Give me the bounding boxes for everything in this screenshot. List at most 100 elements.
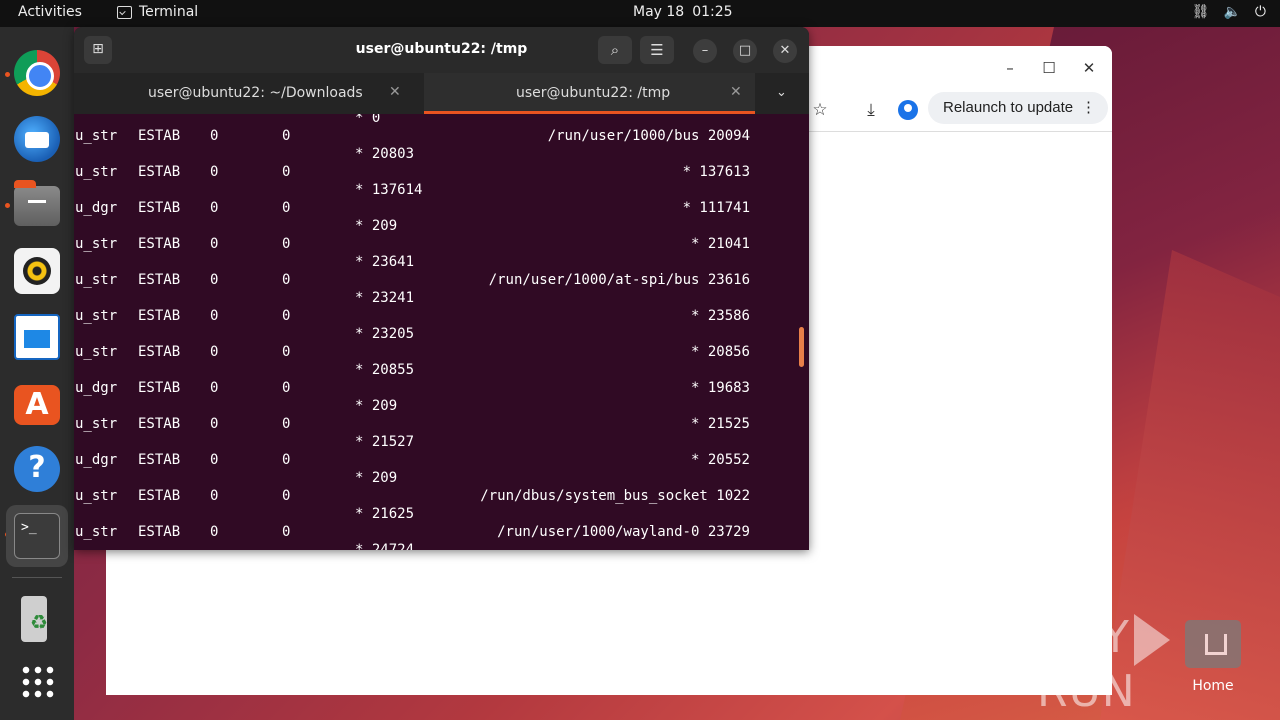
cell-state: ESTAB: [138, 272, 181, 288]
dock-help[interactable]: ?: [11, 443, 63, 495]
terminal-line: * 0: [355, 114, 381, 126]
cell-state: ESTAB: [138, 344, 181, 360]
cell-recv: 0: [210, 164, 219, 180]
cell-peer: * 209: [355, 470, 398, 486]
dock-thunderbird[interactable]: [11, 113, 63, 165]
terminal-line: u_str ESTAB 0 0 * 21041: [74, 235, 809, 253]
dock-rhythmbox[interactable]: [11, 245, 63, 297]
cell-recv: 0: [210, 200, 219, 216]
running-indicator: [5, 72, 10, 77]
app-menu[interactable]: Terminal: [117, 4, 198, 20]
terminal-line: * 23205: [74, 325, 809, 343]
terminal-line: u_str ESTAB 0 0/run/user/1000/bus 20094: [74, 127, 809, 145]
scrollbar-thumb[interactable]: [799, 327, 804, 367]
dock-chrome[interactable]: [11, 47, 63, 99]
dock-terminal[interactable]: >_: [6, 505, 68, 567]
cell-send: 0: [282, 488, 291, 504]
terminal-line: * 23641: [74, 253, 809, 271]
terminal-line: * 209: [74, 397, 809, 415]
dock-files[interactable]: [11, 179, 63, 231]
terminal-line: * 137614: [74, 181, 809, 199]
cell-state: ESTAB: [138, 416, 181, 432]
cell-local: * 21525: [690, 416, 750, 432]
cell-recv: 0: [210, 524, 219, 540]
dock: A ? >_ ♻: [0, 27, 74, 720]
bookmark-star-icon[interactable]: ☆: [806, 96, 834, 124]
cell-netid: u_str: [75, 272, 118, 288]
dock-trash[interactable]: ♻: [11, 593, 63, 645]
home-folder-label[interactable]: Home: [1178, 678, 1248, 694]
top-bar: Activities Terminal May 18 01:25 ⛓ 🔈 ⏻: [0, 0, 1280, 27]
cell-local: /run/dbus/system_bus_socket 1022: [480, 488, 750, 504]
tab-close-icon[interactable]: ✕: [730, 84, 742, 100]
terminal-line: * 23241: [74, 289, 809, 307]
maximize-icon[interactable]: □: [733, 39, 757, 63]
relaunch-to-update-button[interactable]: Relaunch to update ⋮: [928, 92, 1108, 124]
close-icon[interactable]: ✕: [1075, 54, 1103, 82]
cell-send: 0: [282, 452, 291, 468]
cell-send: 0: [282, 200, 291, 216]
profile-avatar-icon[interactable]: [898, 100, 918, 120]
cell-local: /run/user/1000/bus 20094: [547, 128, 750, 144]
terminal-line: * 209: [74, 217, 809, 235]
anyrun-watermark: ANYRUN: [1037, 612, 1237, 717]
system-tray[interactable]: ⛓ 🔈 ⏻: [1192, 4, 1266, 20]
cell-peer: * 23641: [355, 254, 415, 270]
cell-send: 0: [282, 380, 291, 396]
tab-label: user@ubuntu22: ~/Downloads: [148, 85, 363, 101]
rhythmbox-icon: [14, 248, 60, 294]
cell-peer: * 24724: [355, 542, 415, 550]
download-icon[interactable]: ⤓: [857, 96, 885, 124]
close-icon[interactable]: ✕: [773, 39, 797, 63]
maximize-icon[interactable]: ☐: [1035, 54, 1063, 82]
terminal-line: u_str ESTAB 0 0 * 137613: [74, 163, 809, 181]
cell-recv: 0: [210, 308, 219, 324]
cell-send: 0: [282, 236, 291, 252]
tab-list-chevron-icon[interactable]: ⌄: [776, 85, 787, 100]
cell-recv: 0: [210, 272, 219, 288]
volume-icon: 🔈: [1223, 4, 1241, 20]
cell-netid: u_dgr: [75, 380, 118, 396]
terminal-line: * 21625: [74, 505, 809, 523]
tab-tmp[interactable]: user@ubuntu22: /tmp ✕: [424, 73, 755, 114]
cell-send: 0: [282, 272, 291, 288]
terminal-line: u_str ESTAB 0 0 * 23586: [74, 307, 809, 325]
menu-dots-icon: ⋮: [1081, 99, 1096, 116]
cell-local: * 23586: [690, 308, 750, 324]
tab-label: user@ubuntu22: /tmp: [516, 85, 671, 101]
app-center-icon: A: [14, 385, 60, 425]
cell-netid: u_str: [75, 308, 118, 324]
cell-local: * 20552: [690, 452, 750, 468]
minimize-icon[interactable]: –: [996, 54, 1024, 82]
dock-app-center[interactable]: A: [11, 377, 63, 429]
terminal-line: u_dgr ESTAB 0 0 * 111741: [74, 199, 809, 217]
cell-send: 0: [282, 164, 291, 180]
trash-icon: ♻: [21, 596, 48, 642]
cell-netid: u_str: [75, 488, 118, 504]
cell-netid: u_str: [75, 524, 118, 540]
terminal-line: u_dgr ESTAB 0 0 * 19683: [74, 379, 809, 397]
hamburger-menu-icon[interactable]: ☰: [640, 36, 674, 64]
show-apps-icon[interactable]: [20, 664, 54, 698]
activities-button[interactable]: Activities: [18, 4, 82, 20]
tab-close-icon[interactable]: ✕: [389, 84, 401, 100]
clock-date: May 18: [633, 4, 685, 20]
app-menu-label: Terminal: [139, 4, 199, 20]
terminal-line: u_str ESTAB 0 0/run/dbus/system_bus_socket …: [74, 487, 809, 505]
cell-recv: 0: [210, 128, 219, 144]
cell-netid: u_str: [75, 236, 118, 252]
tab-downloads[interactable]: user@ubuntu22: ~/Downloads ✕: [74, 73, 424, 114]
cell-peer: * 209: [355, 398, 398, 414]
clock[interactable]: May 18 01:25: [633, 4, 733, 20]
cell-send: 0: [282, 128, 291, 144]
chrome-icon: [14, 50, 60, 96]
search-icon[interactable]: ⌕: [598, 36, 632, 64]
cell-netid: u_str: [75, 128, 118, 144]
cell-local: /run/user/1000/wayland-0 23729: [497, 524, 750, 540]
dock-libreoffice-impress[interactable]: [11, 311, 63, 363]
cell-local: * 137613: [682, 164, 750, 180]
cell-netid: u_str: [75, 416, 118, 432]
terminal-line: * 20855: [74, 361, 809, 379]
minimize-icon[interactable]: –: [693, 39, 717, 63]
terminal-output[interactable]: * 0 u_str ESTAB 0 0/run/user/1000/bus 20094…: [74, 114, 809, 550]
